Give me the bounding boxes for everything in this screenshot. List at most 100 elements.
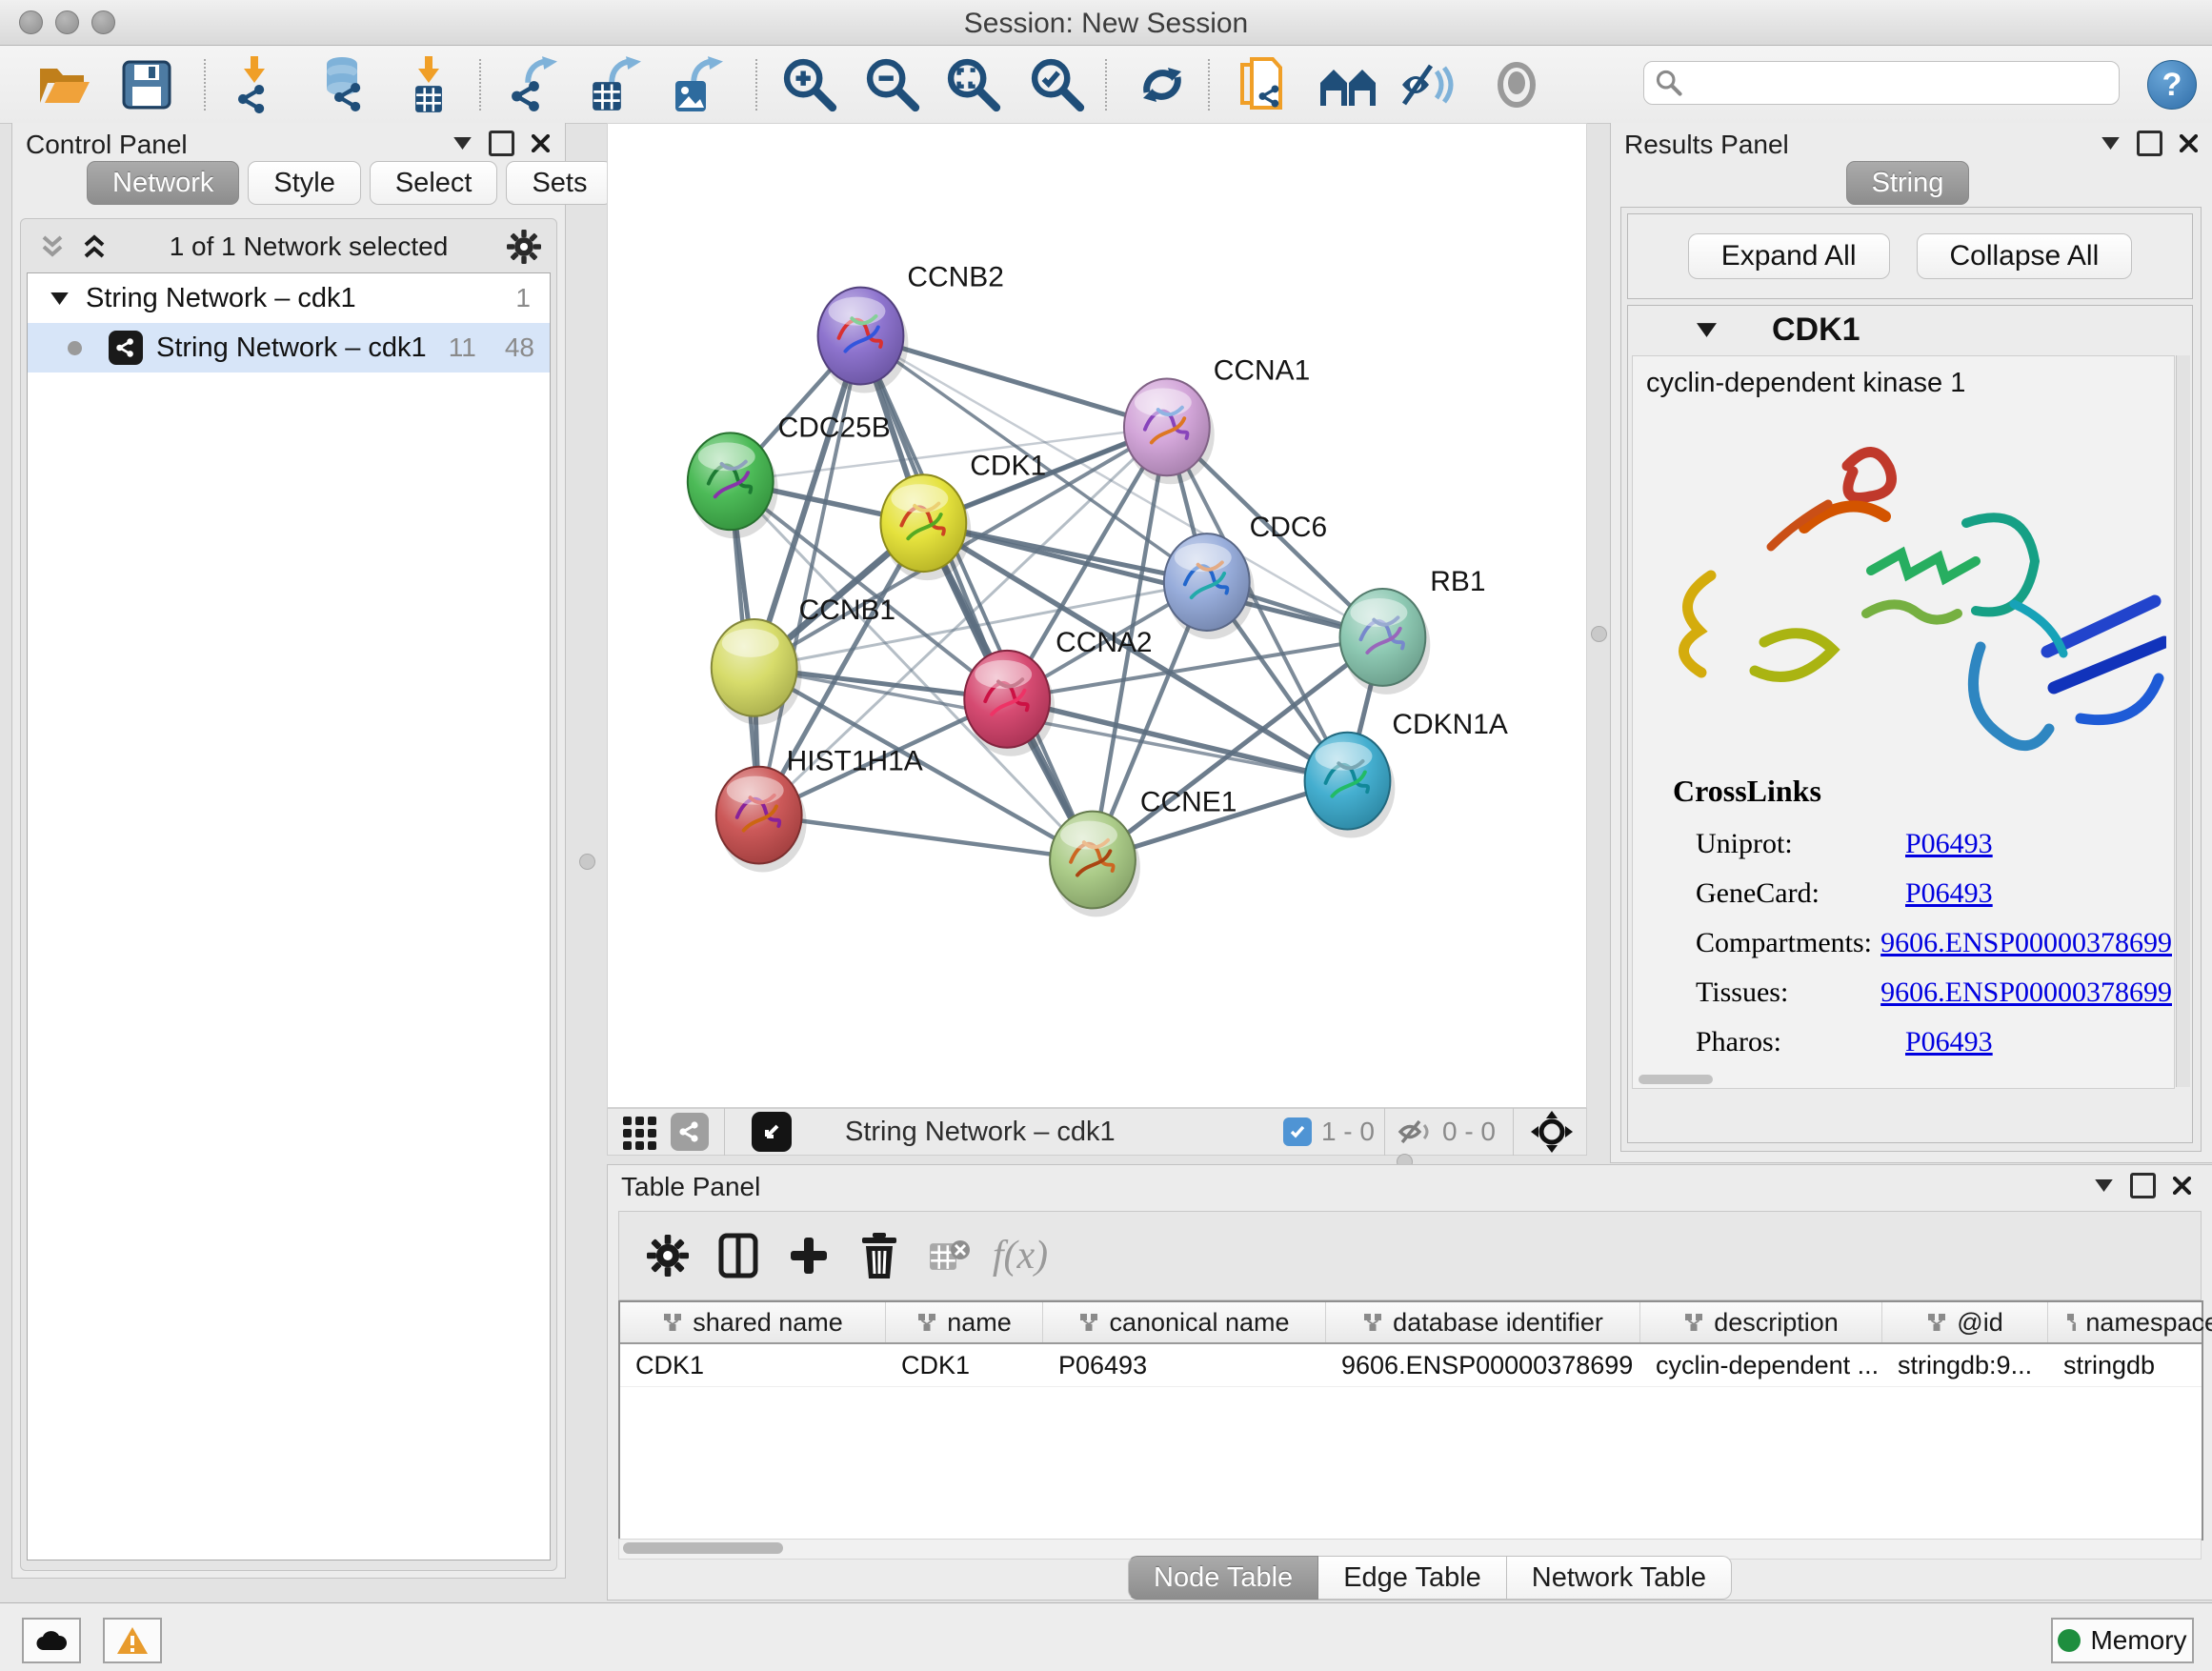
string-protein-query-button[interactable]: [1318, 57, 1379, 112]
crosslink-link[interactable]: 9606.ENSP00000378699: [1880, 927, 2172, 959]
close-panel-icon[interactable]: [2180, 134, 2198, 152]
crosslink-link[interactable]: P06493: [1905, 877, 1993, 910]
export-network-button[interactable]: [503, 57, 564, 112]
clone-network-button[interactable]: [1235, 57, 1296, 112]
expand-all-button[interactable]: Expand All: [1688, 233, 1890, 279]
float-panel-button[interactable]: [489, 131, 514, 156]
expand-all-icon[interactable]: [78, 233, 111, 260]
zoom-fit-button[interactable]: [943, 57, 1004, 112]
crosslink-link[interactable]: 9606.ENSP00000378699: [1880, 976, 2172, 1009]
panel-menu-icon[interactable]: [2101, 137, 2120, 150]
delete-table-button[interactable]: [915, 1220, 985, 1291]
zoom-out-button[interactable]: [862, 57, 923, 112]
network-canvas[interactable]: CCNB2CCNA1CDC25BCDK1CDC6RB1CCNB1CCNA2CDK…: [607, 123, 1587, 1108]
column-header-database-identifier[interactable]: database identifier: [1326, 1302, 1640, 1342]
gene-collapse-icon[interactable]: [1697, 323, 1717, 337]
collapse-all-icon[interactable]: [36, 233, 69, 260]
cloud-status-button[interactable]: [22, 1618, 81, 1663]
import-table-button[interactable]: [398, 57, 459, 112]
vertical-splitter-grip[interactable]: [579, 854, 595, 870]
birdseye-view-icon[interactable]: [752, 1112, 792, 1152]
column-header-name[interactable]: name: [886, 1302, 1043, 1342]
tab-select[interactable]: Select: [370, 161, 498, 205]
network-view-icon[interactable]: [671, 1113, 709, 1151]
zoom-in-button[interactable]: [779, 57, 840, 112]
table-cell[interactable]: 9606.ENSP00000378699: [1326, 1344, 1640, 1386]
table-row[interactable]: CDK1CDK1P064939606.ENSP00000378699cyclin…: [620, 1344, 2202, 1387]
network-node-CCNA1[interactable]: [1124, 378, 1215, 484]
tab-sets[interactable]: Sets: [506, 161, 613, 205]
table-scrollbar-thumb[interactable]: [623, 1542, 783, 1554]
apply-layout-button[interactable]: [1132, 57, 1193, 112]
table-cell[interactable]: cyclin-dependent ...: [1640, 1344, 1882, 1386]
gene-section-header[interactable]: CDK1: [1628, 306, 2192, 353]
column-header-canonical-name[interactable]: canonical name: [1043, 1302, 1326, 1342]
memory-button[interactable]: Memory: [2051, 1618, 2194, 1663]
help-button[interactable]: ?: [2147, 60, 2197, 110]
float-panel-button[interactable]: [2137, 131, 2162, 156]
show-graphics-details-button[interactable]: [1486, 57, 1547, 112]
vertical-splitter-grip[interactable]: [1591, 626, 1607, 642]
tab-network[interactable]: Network: [87, 161, 239, 205]
network-node-CDC6[interactable]: [1164, 534, 1255, 639]
network-node-RB1[interactable]: [1340, 589, 1431, 695]
tab-style[interactable]: Style: [248, 161, 360, 205]
close-panel-icon[interactable]: [2173, 1177, 2191, 1195]
import-network-database-button[interactable]: [312, 57, 373, 112]
collapse-all-button[interactable]: Collapse All: [1917, 233, 2133, 279]
import-network-button[interactable]: [227, 57, 288, 112]
panel-menu-icon[interactable]: [453, 137, 472, 150]
results-content-box: Expand All Collapse All CDK1 cyclin-depe…: [1620, 207, 2202, 1152]
export-image-button[interactable]: [667, 57, 728, 112]
table-cell[interactable]: stringdb: [2048, 1344, 2212, 1386]
network-node-CDKN1A[interactable]: [1305, 733, 1396, 838]
collection-expand-icon[interactable]: [50, 292, 69, 305]
hidden-eye-icon[interactable]: [1397, 1117, 1433, 1146]
network-node-CDC25B[interactable]: [688, 433, 778, 538]
selected-checkbox-icon[interactable]: [1283, 1117, 1312, 1146]
search-field-container: [1643, 61, 2120, 105]
table-cell[interactable]: CDK1: [886, 1344, 1043, 1386]
tab-string[interactable]: String: [1846, 161, 1970, 205]
close-panel-icon[interactable]: [532, 134, 550, 152]
column-header-id[interactable]: @id: [1882, 1302, 2048, 1342]
table-cell[interactable]: stringdb:9...: [1882, 1344, 2048, 1386]
horizontal-scrollbar-thumb[interactable]: [1639, 1075, 1713, 1084]
table-cell[interactable]: P06493: [1043, 1344, 1326, 1386]
vertical-scrollbar[interactable]: [2176, 355, 2190, 1087]
tab-network-table[interactable]: Network Table: [1507, 1556, 1732, 1600]
add-column-button[interactable]: [703, 1220, 774, 1291]
network-collection-row[interactable]: String Network – cdk1 1: [28, 273, 550, 323]
column-header-shared-name[interactable]: shared name: [620, 1302, 886, 1342]
column-header-description[interactable]: description: [1640, 1302, 1882, 1342]
function-builder-button[interactable]: f(x): [985, 1220, 1056, 1291]
save-session-button[interactable]: [116, 57, 177, 112]
table-cell[interactable]: CDK1: [620, 1344, 886, 1386]
network-edge-HIST1H1A-CCNE1[interactable]: [759, 815, 1093, 860]
search-input[interactable]: [1682, 68, 2119, 99]
enhanced-graphics-button[interactable]: [1397, 57, 1458, 112]
network-edge-CCNB2-HIST1H1A[interactable]: [759, 336, 861, 815]
network-row[interactable]: String Network – cdk1 11 48: [28, 323, 550, 372]
network-options-gear-icon[interactable]: [507, 230, 541, 264]
zoom-selected-button[interactable]: [1027, 57, 1088, 112]
crosslink-link[interactable]: P06493: [1905, 828, 1993, 860]
network-node-CCNB2[interactable]: [818, 288, 909, 393]
tab-edge-table[interactable]: Edge Table: [1318, 1556, 1507, 1600]
gene-name: CDK1: [1772, 312, 1860, 349]
grid-view-icon[interactable]: [621, 1113, 659, 1151]
network-node-CDK1[interactable]: [880, 474, 971, 580]
column-header-namespace[interactable]: namespace: [2048, 1302, 2212, 1342]
tab-node-table[interactable]: Node Table: [1128, 1556, 1318, 1600]
float-panel-button[interactable]: [2130, 1173, 2156, 1198]
crosslink-link[interactable]: P06493: [1905, 1026, 1993, 1058]
network-node-CCNE1[interactable]: [1050, 812, 1140, 917]
export-table-button[interactable]: [585, 57, 646, 112]
fit-center-icon[interactable]: [1531, 1111, 1573, 1153]
panel-menu-icon[interactable]: [2095, 1179, 2113, 1192]
add-row-button[interactable]: [774, 1220, 844, 1291]
table-options-gear-button[interactable]: [633, 1220, 703, 1291]
open-session-button[interactable]: [34, 57, 95, 112]
delete-row-button[interactable]: [844, 1220, 915, 1291]
warnings-button[interactable]: [103, 1618, 162, 1663]
